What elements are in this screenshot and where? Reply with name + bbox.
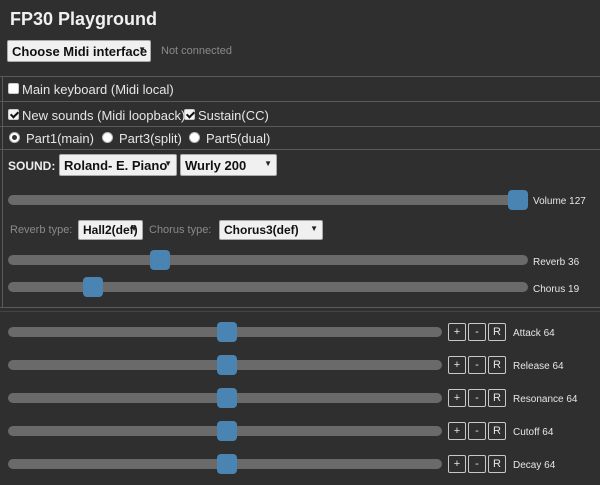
reverb-type-label: Reverb type: xyxy=(10,224,73,236)
chevron-down-icon: ▼ xyxy=(310,224,318,233)
sound-patch-select[interactable]: Wurly 200 ▼ xyxy=(180,154,277,176)
chorus-readout: Chorus 19 xyxy=(533,284,580,295)
attack-decrease-button[interactable]: - xyxy=(468,323,486,341)
main-keyboard-checkbox[interactable] xyxy=(8,83,19,94)
chorus-type-select[interactable]: Chorus3(def) ▼ xyxy=(219,220,323,240)
reverb-readout: Reverb 36 xyxy=(533,257,580,268)
part5-radio[interactable] xyxy=(189,132,200,143)
midi-interface-select-label: Choose Midi interface xyxy=(12,44,148,59)
release-readout: Release 64 xyxy=(513,361,564,372)
divider xyxy=(0,149,600,150)
resonance-decrease-button[interactable]: - xyxy=(468,389,486,407)
divider xyxy=(0,307,600,308)
connection-status: Not connected xyxy=(161,45,232,57)
chevron-down-icon: ▼ xyxy=(130,224,138,233)
release-decrease-button[interactable]: - xyxy=(468,356,486,374)
new-sounds-checkbox[interactable] xyxy=(8,109,19,120)
part1-label: Part1(main) xyxy=(26,131,94,146)
decay-slider-thumb[interactable] xyxy=(216,454,237,474)
sound-label: SOUND: xyxy=(8,159,56,173)
reverb-type-select[interactable]: Hall2(def) ▼ xyxy=(78,220,143,240)
cutoff-slider-thumb[interactable] xyxy=(216,421,237,441)
divider xyxy=(0,101,600,102)
chevron-down-icon: ▼ xyxy=(138,45,146,54)
attack-slider-thumb[interactable] xyxy=(216,322,237,342)
sustain-checkbox[interactable] xyxy=(184,109,195,120)
part5-label: Part5(dual) xyxy=(206,131,271,146)
chorus-type-value: Chorus3(def) xyxy=(224,223,299,237)
volume-slider-thumb[interactable] xyxy=(508,190,528,210)
sound-category-select[interactable]: Roland- E. Piano ▼ xyxy=(59,154,177,176)
decay-decrease-button[interactable]: - xyxy=(468,455,486,473)
decay-increase-button[interactable]: + xyxy=(448,455,466,473)
divider xyxy=(0,311,600,312)
resonance-slider-thumb[interactable] xyxy=(216,388,237,408)
divider xyxy=(0,76,600,77)
chevron-down-icon: ▼ xyxy=(164,159,172,168)
sound-category-value: Roland- E. Piano xyxy=(64,158,168,173)
cutoff-decrease-button[interactable]: - xyxy=(468,422,486,440)
sustain-label: Sustain(CC) xyxy=(198,108,269,123)
decay-reset-button[interactable]: R xyxy=(488,455,506,473)
decay-readout: Decay 64 xyxy=(513,460,556,471)
decay-slider[interactable] xyxy=(8,454,442,474)
attack-increase-button[interactable]: + xyxy=(448,323,466,341)
cutoff-readout: Cutoff 64 xyxy=(513,427,554,438)
new-sounds-label: New sounds (Midi loopback) xyxy=(22,108,186,123)
part3-radio[interactable] xyxy=(102,132,113,143)
resonance-readout: Resonance 64 xyxy=(513,394,578,405)
cutoff-increase-button[interactable]: + xyxy=(448,422,466,440)
part3-label: Part3(split) xyxy=(119,131,182,146)
volume-readout: Volume 127 xyxy=(533,196,586,207)
release-slider[interactable] xyxy=(8,355,442,375)
release-increase-button[interactable]: + xyxy=(448,356,466,374)
part1-radio[interactable] xyxy=(9,132,20,143)
cutoff-slider[interactable] xyxy=(8,421,442,441)
cutoff-reset-button[interactable]: R xyxy=(488,422,506,440)
resonance-slider[interactable] xyxy=(8,388,442,408)
release-reset-button[interactable]: R xyxy=(488,356,506,374)
attack-readout: Attack 64 xyxy=(513,328,555,339)
sound-patch-value: Wurly 200 xyxy=(185,158,247,173)
midi-interface-select[interactable]: Choose Midi interface ▼ xyxy=(7,40,151,62)
reverb-slider[interactable] xyxy=(8,250,528,270)
resonance-reset-button[interactable]: R xyxy=(488,389,506,407)
chevron-down-icon: ▼ xyxy=(264,159,272,168)
resonance-increase-button[interactable]: + xyxy=(448,389,466,407)
main-keyboard-label: Main keyboard (Midi local) xyxy=(22,82,174,97)
attack-reset-button[interactable]: R xyxy=(488,323,506,341)
attack-slider[interactable] xyxy=(8,322,442,342)
divider xyxy=(0,126,600,127)
chorus-slider[interactable] xyxy=(8,277,528,297)
divider xyxy=(2,76,3,307)
page-title: FP30 Playground xyxy=(10,9,158,29)
chorus-slider-thumb[interactable] xyxy=(82,277,103,297)
reverb-slider-thumb[interactable] xyxy=(149,250,170,270)
volume-slider[interactable] xyxy=(8,190,528,210)
release-slider-thumb[interactable] xyxy=(216,355,237,375)
chorus-type-label: Chorus type: xyxy=(149,224,212,236)
